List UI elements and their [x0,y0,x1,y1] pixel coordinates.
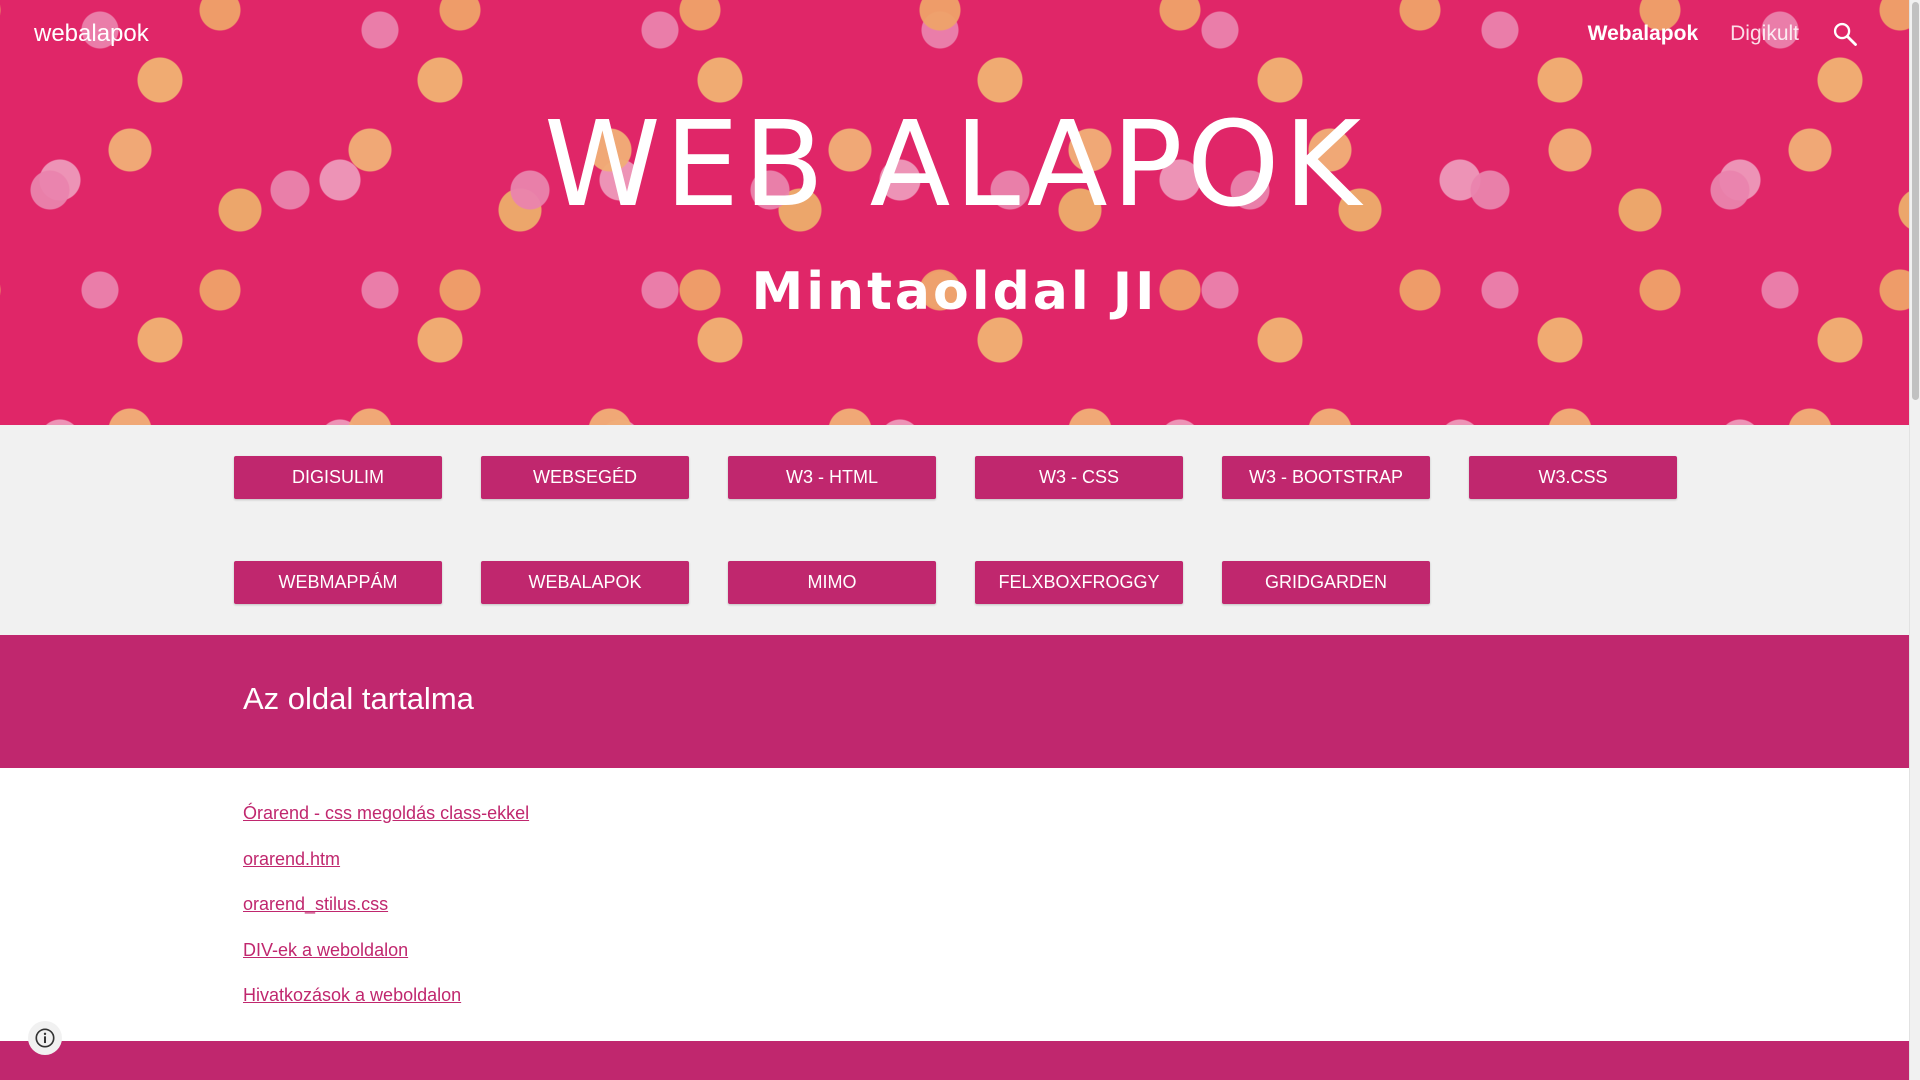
gridgarden-button[interactable]: GRIDGARDEN [1222,561,1430,604]
button-row-1: DIGISULIM WEBSEGÉD W3 - HTML W3 - CSS W3… [234,456,1677,499]
w3-css-button[interactable]: W3 - CSS [975,456,1183,499]
top-navigation: Webalapok Digikult [1588,20,1859,48]
nav-item-webalapok[interactable]: Webalapok [1588,22,1698,46]
webalapok-button[interactable]: WEBALAPOK [481,561,689,604]
site-name-link[interactable]: webalapok [34,20,149,48]
w3-html-button[interactable]: W3 - HTML [728,456,936,499]
link-hivatkozasok[interactable]: Hivatkozások a weboldalon [243,982,529,1028]
link-orarend-css[interactable]: Órarend - css megoldás class-ekkel [243,800,529,846]
link-orarend-htm[interactable]: orarend.htm [243,846,529,892]
webmappam-button[interactable]: WEBMAPPÁM [234,561,442,604]
content-heading-band: Az oldal tartalma [0,635,1909,768]
page-scrollbar[interactable] [1909,0,1920,1080]
w3css-button[interactable]: W3.CSS [1469,456,1677,499]
page: webalapok Webalapok Digikult WEB ALAPOK … [0,0,1909,1080]
link-orarend-stilus[interactable]: orarend_stilus.css [243,891,529,937]
page-subtitle: Mintaoldal JI [751,262,1158,322]
link-div-ek[interactable]: DIV-ek a weboldalon [243,937,529,983]
digisulim-button[interactable]: DIGISULIM [234,456,442,499]
scrollbar-thumb[interactable] [1912,2,1919,400]
mimo-button[interactable]: MIMO [728,561,936,604]
info-icon[interactable] [28,1021,62,1055]
link-buttons-section: DIGISULIM WEBSEGÉD W3 - HTML W3 - CSS W3… [0,425,1909,635]
w3-bootstrap-button[interactable]: W3 - BOOTSTRAP [1222,456,1430,499]
button-row-2: WEBMAPPÁM WEBALAPOK MIMO FELXBOXFROGGY G… [234,561,1430,604]
nav-item-digikult[interactable]: Digikult [1730,22,1799,46]
flexboxfroggy-button[interactable]: FELXBOXFROGGY [975,561,1183,604]
section-heading: Az oldal tartalma [243,681,474,716]
footer-band [0,1041,1909,1080]
search-icon[interactable] [1831,20,1859,48]
hero-banner: webalapok Webalapok Digikult WEB ALAPOK … [0,0,1909,425]
content-links-list: Órarend - css megoldás class-ekkel orare… [243,800,529,1028]
webseged-button[interactable]: WEBSEGÉD [481,456,689,499]
page-title: WEB ALAPOK [543,95,1365,233]
